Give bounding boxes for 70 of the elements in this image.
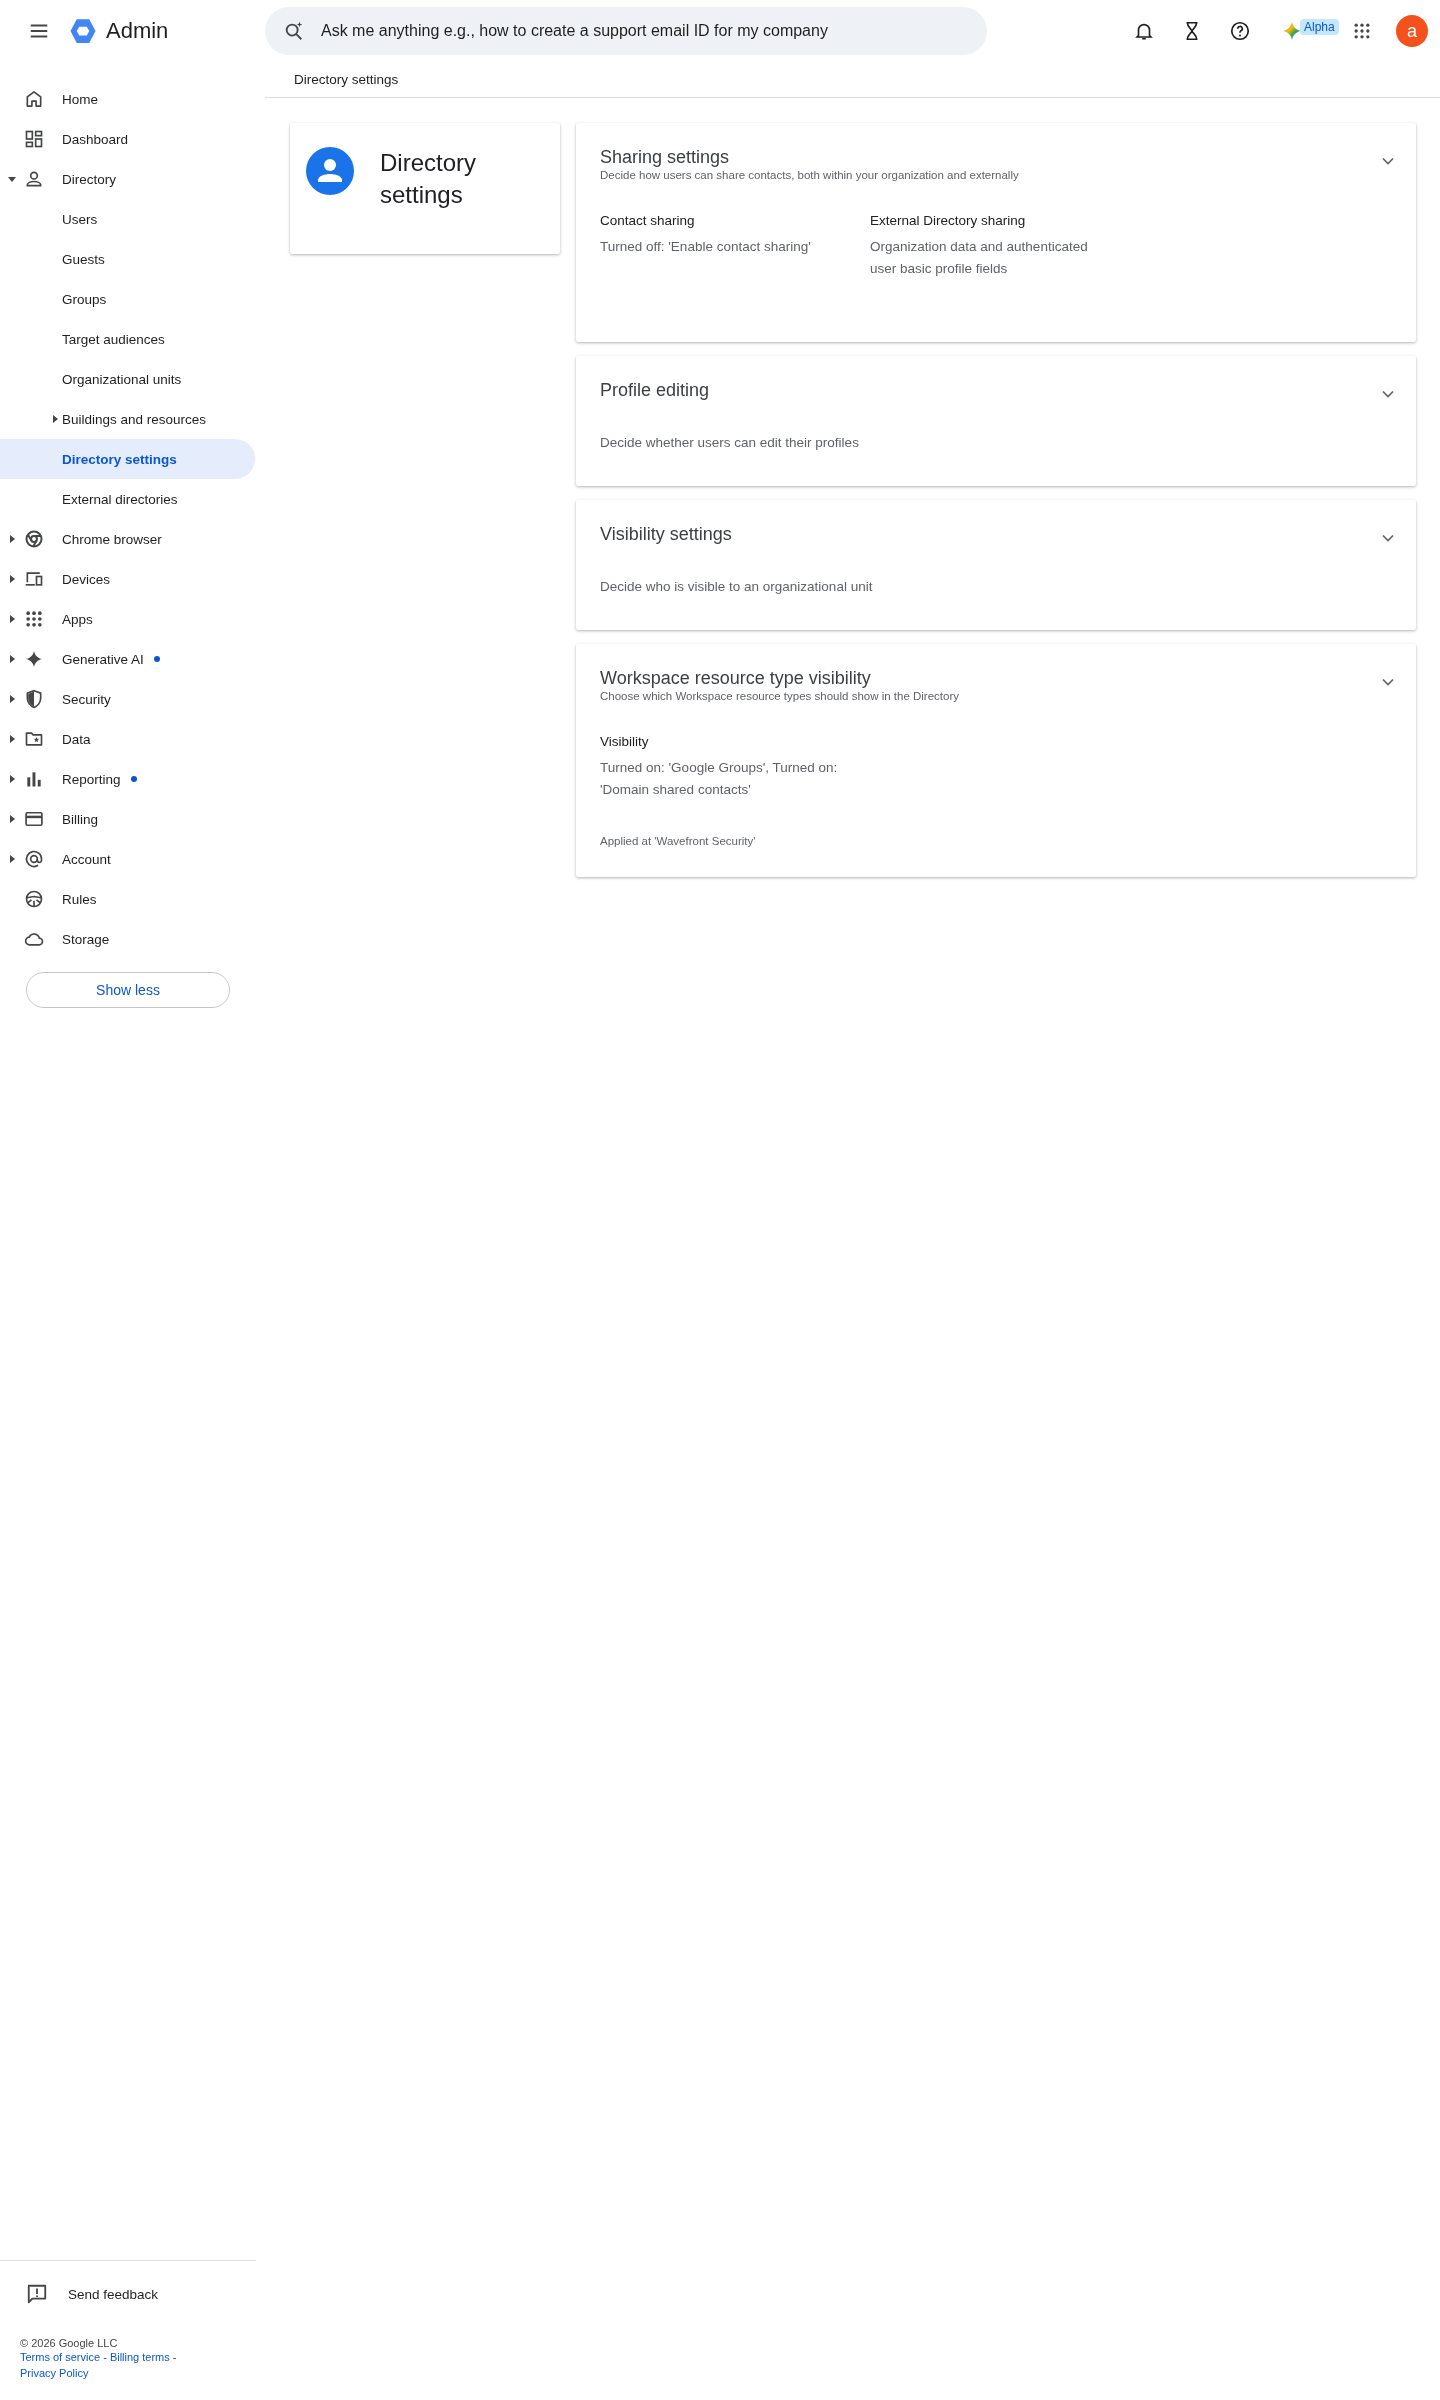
link-separator: - xyxy=(172,2351,177,2363)
nav-item[interactable]: Billing xyxy=(0,799,255,839)
steering-wheel-icon xyxy=(24,889,44,909)
setting-value: Turned on: 'Google Groups', Turned on: 'Domain shared contacts' xyxy=(600,759,839,799)
footer-link[interactable]: Privacy Policy xyxy=(20,2367,89,2379)
nav-item[interactable]: Target audiences xyxy=(0,319,255,359)
nav-item[interactable]: External directories xyxy=(0,479,255,519)
nav-item[interactable]: Generative AI xyxy=(0,639,255,679)
nav-item[interactable]: Directory xyxy=(0,159,255,199)
card-title: Workspace resource type visibility xyxy=(600,668,871,689)
card-description: Decide who is visible to an organizational unit xyxy=(600,579,874,596)
nav-item[interactable]: Account xyxy=(0,839,255,879)
nav-item[interactable]: Organizational units xyxy=(0,359,255,399)
summary-title: Directory settings xyxy=(380,148,477,210)
feedback-icon xyxy=(26,2283,48,2305)
nav-item[interactable]: Storage xyxy=(0,919,255,959)
send-feedback-button[interactable]: Send feedback xyxy=(20,2283,159,2305)
show-less-button[interactable]: Show less xyxy=(26,972,230,1008)
folder-icon xyxy=(24,729,44,749)
bar-chart-icon xyxy=(24,769,44,789)
footer-link[interactable]: Terms of service xyxy=(20,2351,101,2363)
nav-item[interactable]: Security xyxy=(0,679,255,719)
setting-value: Turned off: 'Enable contact sharing' xyxy=(600,238,812,256)
nav-item[interactable]: Apps xyxy=(0,599,255,639)
nav-item[interactable]: Rules xyxy=(0,879,255,919)
applied-note: Applied at 'Wavefront Security' xyxy=(600,835,757,849)
person-avatar-icon xyxy=(306,147,354,195)
assistant-button[interactable]: Alpha xyxy=(1268,7,1344,55)
hexagon-logo-icon xyxy=(68,16,98,46)
credit-card-icon xyxy=(24,809,44,829)
dashboard-icon xyxy=(24,129,44,149)
setting-label: Contact sharing xyxy=(600,213,696,228)
at-sign-icon xyxy=(24,849,44,869)
devices-icon xyxy=(24,569,44,589)
nav-item[interactable]: Groups xyxy=(0,279,255,319)
product-name: Admin xyxy=(106,18,169,44)
nav-item[interactable]: Data xyxy=(0,719,255,759)
nav-item[interactable]: Directory settings xyxy=(0,439,255,479)
help-icon xyxy=(1229,20,1251,42)
search-field[interactable]: Ask me anything e.g., how to create a support email ID for my company xyxy=(265,7,987,55)
sparkle-search-icon xyxy=(283,20,305,42)
link-separator: - xyxy=(103,2351,107,2363)
card-title: Profile editing xyxy=(600,380,710,401)
card-subtitle: Decide how users can share contacts, both within your organization and externally xyxy=(600,169,1019,181)
nav-item[interactable]: Dashboard xyxy=(0,119,255,159)
nav-item[interactable]: Users xyxy=(0,199,255,239)
apps-grid-icon xyxy=(1352,21,1372,41)
apps-grid-icon xyxy=(24,609,44,629)
setting-label: Visibility xyxy=(600,734,650,749)
sparkle-icon xyxy=(24,649,44,669)
card-subtitle: Choose which Workspace resource types should show in the Directory xyxy=(600,690,959,702)
shield-icon xyxy=(24,689,44,709)
nav-item[interactable]: Chrome browser xyxy=(0,519,255,559)
nav-item[interactable]: Buildings and resources xyxy=(0,399,255,439)
setting-value: Organization data and authenticated user basic profile fields xyxy=(870,238,1089,278)
alpha-badge: Alpha xyxy=(1300,19,1339,35)
card-title: Sharing settings xyxy=(600,147,730,168)
footer-link[interactable]: Billing terms xyxy=(109,2351,170,2363)
browser-logo-icon xyxy=(24,529,44,549)
breadcrumb: Directory settings xyxy=(294,72,399,87)
person-icon xyxy=(24,169,44,189)
nav-item[interactable]: Reporting xyxy=(0,759,255,799)
nav-item[interactable]: Home xyxy=(0,79,255,119)
nav-item[interactable]: Guests xyxy=(0,239,255,279)
card-title: Visibility settings xyxy=(600,524,732,545)
copyright-text: © 2026 Google LLC xyxy=(20,2337,119,2349)
home-icon xyxy=(24,89,44,109)
setting-label: External Directory sharing xyxy=(870,213,1027,228)
card-description: Decide whether users can edit their profiles xyxy=(600,435,860,452)
nav-item[interactable]: Devices xyxy=(0,559,255,599)
